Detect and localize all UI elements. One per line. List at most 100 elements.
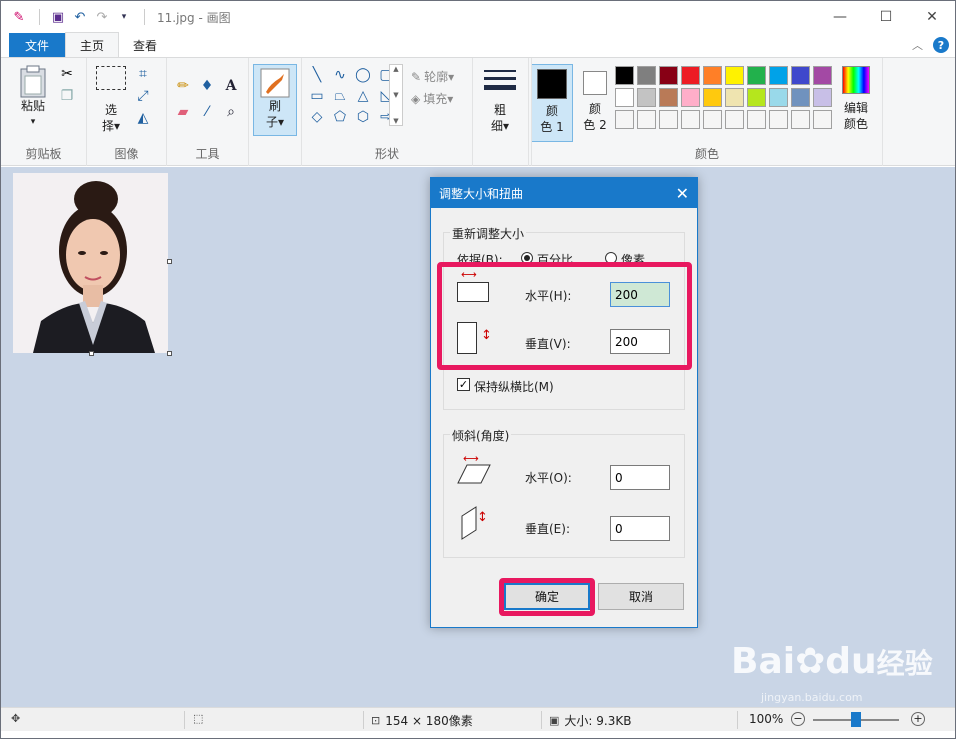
close-button[interactable]: ✕ bbox=[909, 1, 955, 33]
qat-separator bbox=[144, 9, 145, 25]
fill-icon: ◈ bbox=[411, 91, 421, 106]
quick-access-toolbar: ✎ ▣ ↶ ↷ ▾ bbox=[1, 1, 153, 33]
group-label-clipboard: 剪贴板 bbox=[25, 147, 62, 161]
selection-icon: ⬚ bbox=[193, 712, 204, 725]
cursor-position: ✥ bbox=[11, 712, 25, 725]
paint-palette-icon[interactable]: ✎ bbox=[9, 7, 29, 27]
group-label-shapes: 形状 bbox=[374, 147, 399, 161]
resize-handle-right[interactable] bbox=[167, 259, 172, 264]
brush-label-1: 刷 bbox=[268, 99, 281, 113]
shapes-scroll[interactable]: ▲ ▼ ▼ bbox=[389, 64, 403, 126]
select-label-1: 选 bbox=[104, 103, 117, 117]
zoom-out-button[interactable]: − bbox=[791, 712, 805, 726]
magnifier-icon[interactable]: ⌕ bbox=[221, 102, 241, 122]
size-button[interactable]: 粗 细▾ bbox=[481, 68, 519, 134]
annotation-highlight-ok bbox=[499, 578, 595, 616]
line-shape-icon[interactable]: ╲ bbox=[307, 66, 327, 84]
resize-icon[interactable]: ⤢ bbox=[133, 86, 153, 106]
hexagon-shape-icon[interactable]: ⬡ bbox=[353, 108, 373, 126]
zoom-in-button[interactable]: + bbox=[911, 712, 925, 726]
text-tool-icon[interactable]: A bbox=[221, 76, 241, 96]
skew-horizontal-icon bbox=[457, 464, 491, 484]
save-icon[interactable]: ▣ bbox=[48, 7, 68, 27]
help-icon[interactable]: ? bbox=[933, 37, 949, 53]
skew-vertical-icon bbox=[461, 506, 477, 540]
tab-file[interactable]: 文件 bbox=[9, 33, 66, 57]
skew-horizontal-input[interactable] bbox=[610, 465, 670, 490]
keep-aspect-label: 保持纵横比(M) bbox=[474, 380, 554, 394]
size-label-1: 粗 bbox=[493, 103, 506, 117]
baidu-watermark: Bai✿du经验 bbox=[731, 641, 933, 682]
watermark-text-3: 经验 bbox=[876, 647, 933, 680]
triangle-shape-icon[interactable]: △ bbox=[353, 87, 373, 105]
selection-size: ⬚ bbox=[193, 712, 208, 725]
scroll-down-icon[interactable]: ▼ bbox=[393, 91, 398, 99]
disk-icon: ▣ bbox=[549, 714, 560, 727]
paste-button[interactable]: 粘贴 ▾ bbox=[13, 64, 53, 130]
cut-icon[interactable]: ✂ bbox=[57, 64, 77, 84]
group-clipboard: 粘贴 ▾ ✂ ❐ 剪贴板 bbox=[1, 58, 87, 166]
selection-rectangle-icon bbox=[96, 66, 126, 90]
oval-shape-icon[interactable]: ◯ bbox=[353, 66, 373, 84]
resize-handle-bottom[interactable] bbox=[89, 351, 94, 356]
scroll-more-icon[interactable]: ▼ bbox=[393, 117, 398, 125]
watermark-text-2: du bbox=[825, 641, 877, 682]
copy-icon[interactable]: ❐ bbox=[57, 86, 77, 106]
outline-label: 轮廓▾ bbox=[424, 70, 455, 84]
maximize-button[interactable]: ☐ bbox=[863, 1, 909, 33]
resize-legend: 重新调整大小 bbox=[450, 225, 527, 242]
polygon-shape-icon[interactable]: ⏢ bbox=[330, 87, 350, 105]
paint-window: ✎ ▣ ↶ ↷ ▾ 11.jpg - 画图 — ☐ ✕ 文件 主页 查看 ︿ ? bbox=[0, 0, 956, 739]
redo-icon[interactable]: ↷ bbox=[92, 7, 112, 27]
status-divider bbox=[363, 711, 364, 729]
minimize-button[interactable]: — bbox=[817, 1, 863, 33]
outline-icon: ✎ bbox=[411, 69, 422, 84]
resize-handle-corner[interactable] bbox=[167, 351, 172, 356]
scroll-up-icon[interactable]: ▲ bbox=[393, 65, 398, 73]
canvas-image[interactable] bbox=[13, 173, 168, 353]
tab-view[interactable]: 查看 bbox=[119, 33, 171, 57]
ribbon-right-controls: ︿ ? bbox=[912, 37, 949, 53]
select-label-2: 择▾ bbox=[101, 119, 121, 133]
pentagon-shape-icon[interactable]: ⬠ bbox=[330, 108, 350, 126]
select-button[interactable]: 选 择▾ bbox=[93, 66, 129, 134]
brush-label-2: 子▾ bbox=[265, 115, 285, 129]
dialog-close-icon[interactable]: ✕ bbox=[676, 184, 689, 203]
clipboard-icon bbox=[20, 65, 46, 98]
qat-separator bbox=[39, 9, 40, 25]
tab-home[interactable]: 主页 bbox=[65, 32, 120, 57]
outline-button[interactable]: ✎ 轮廓▾ bbox=[411, 68, 454, 85]
dropdown-icon[interactable]: ▾ bbox=[114, 7, 134, 27]
group-label-tools: 工具 bbox=[195, 147, 220, 161]
ribbon-tabs: 文件 主页 查看 ︿ ? bbox=[1, 32, 955, 57]
line-width-icon bbox=[484, 70, 516, 90]
watermark-url: jingyan.baidu.com bbox=[761, 691, 863, 704]
pencil-icon[interactable]: ✏ bbox=[173, 76, 193, 96]
group-image: 选 择▾ ⌗ ⤢ ◭ 图像 bbox=[87, 58, 167, 166]
color-picker-icon[interactable]: ⁄ bbox=[197, 102, 217, 122]
skew-vertical-input[interactable] bbox=[610, 516, 670, 541]
zoom-slider-thumb[interactable] bbox=[851, 712, 861, 727]
skew-vertical-label: 垂直(E): bbox=[525, 522, 570, 536]
keep-aspect-checkbox[interactable]: ✓ bbox=[457, 378, 470, 391]
fill-button[interactable]: ◈ 填充▾ bbox=[411, 90, 453, 107]
title-bar: ✎ ▣ ↶ ↷ ▾ 11.jpg - 画图 — ☐ ✕ bbox=[1, 1, 955, 33]
cancel-button[interactable]: 取消 bbox=[598, 583, 684, 610]
file-size-text: 大小: 9.3KB bbox=[564, 714, 632, 728]
group-colors: 颜色 bbox=[531, 58, 883, 166]
undo-icon[interactable]: ↶ bbox=[70, 7, 90, 27]
brush-button[interactable]: 刷 子▾ bbox=[253, 64, 297, 136]
curve-shape-icon[interactable]: ∿ bbox=[330, 66, 350, 84]
eraser-icon[interactable]: ▰ bbox=[173, 102, 193, 122]
skew-legend: 倾斜(角度) bbox=[450, 427, 512, 444]
diamond-shape-icon[interactable]: ◇ bbox=[307, 108, 327, 126]
collapse-ribbon-icon[interactable]: ︿ bbox=[912, 37, 923, 53]
chevron-down-icon: ▾ bbox=[30, 117, 36, 127]
fill-bucket-icon[interactable]: ♦ bbox=[197, 76, 217, 96]
fill-label: 填充▾ bbox=[423, 92, 454, 106]
rounded-rect-shape-icon[interactable]: ▭ bbox=[307, 87, 327, 105]
dialog-title-bar: 调整大小和扭曲 ✕ bbox=[431, 178, 697, 208]
group-label-image: 图像 bbox=[114, 147, 139, 161]
rotate-icon[interactable]: ◭ bbox=[133, 108, 153, 128]
crop-icon[interactable]: ⌗ bbox=[133, 64, 153, 84]
